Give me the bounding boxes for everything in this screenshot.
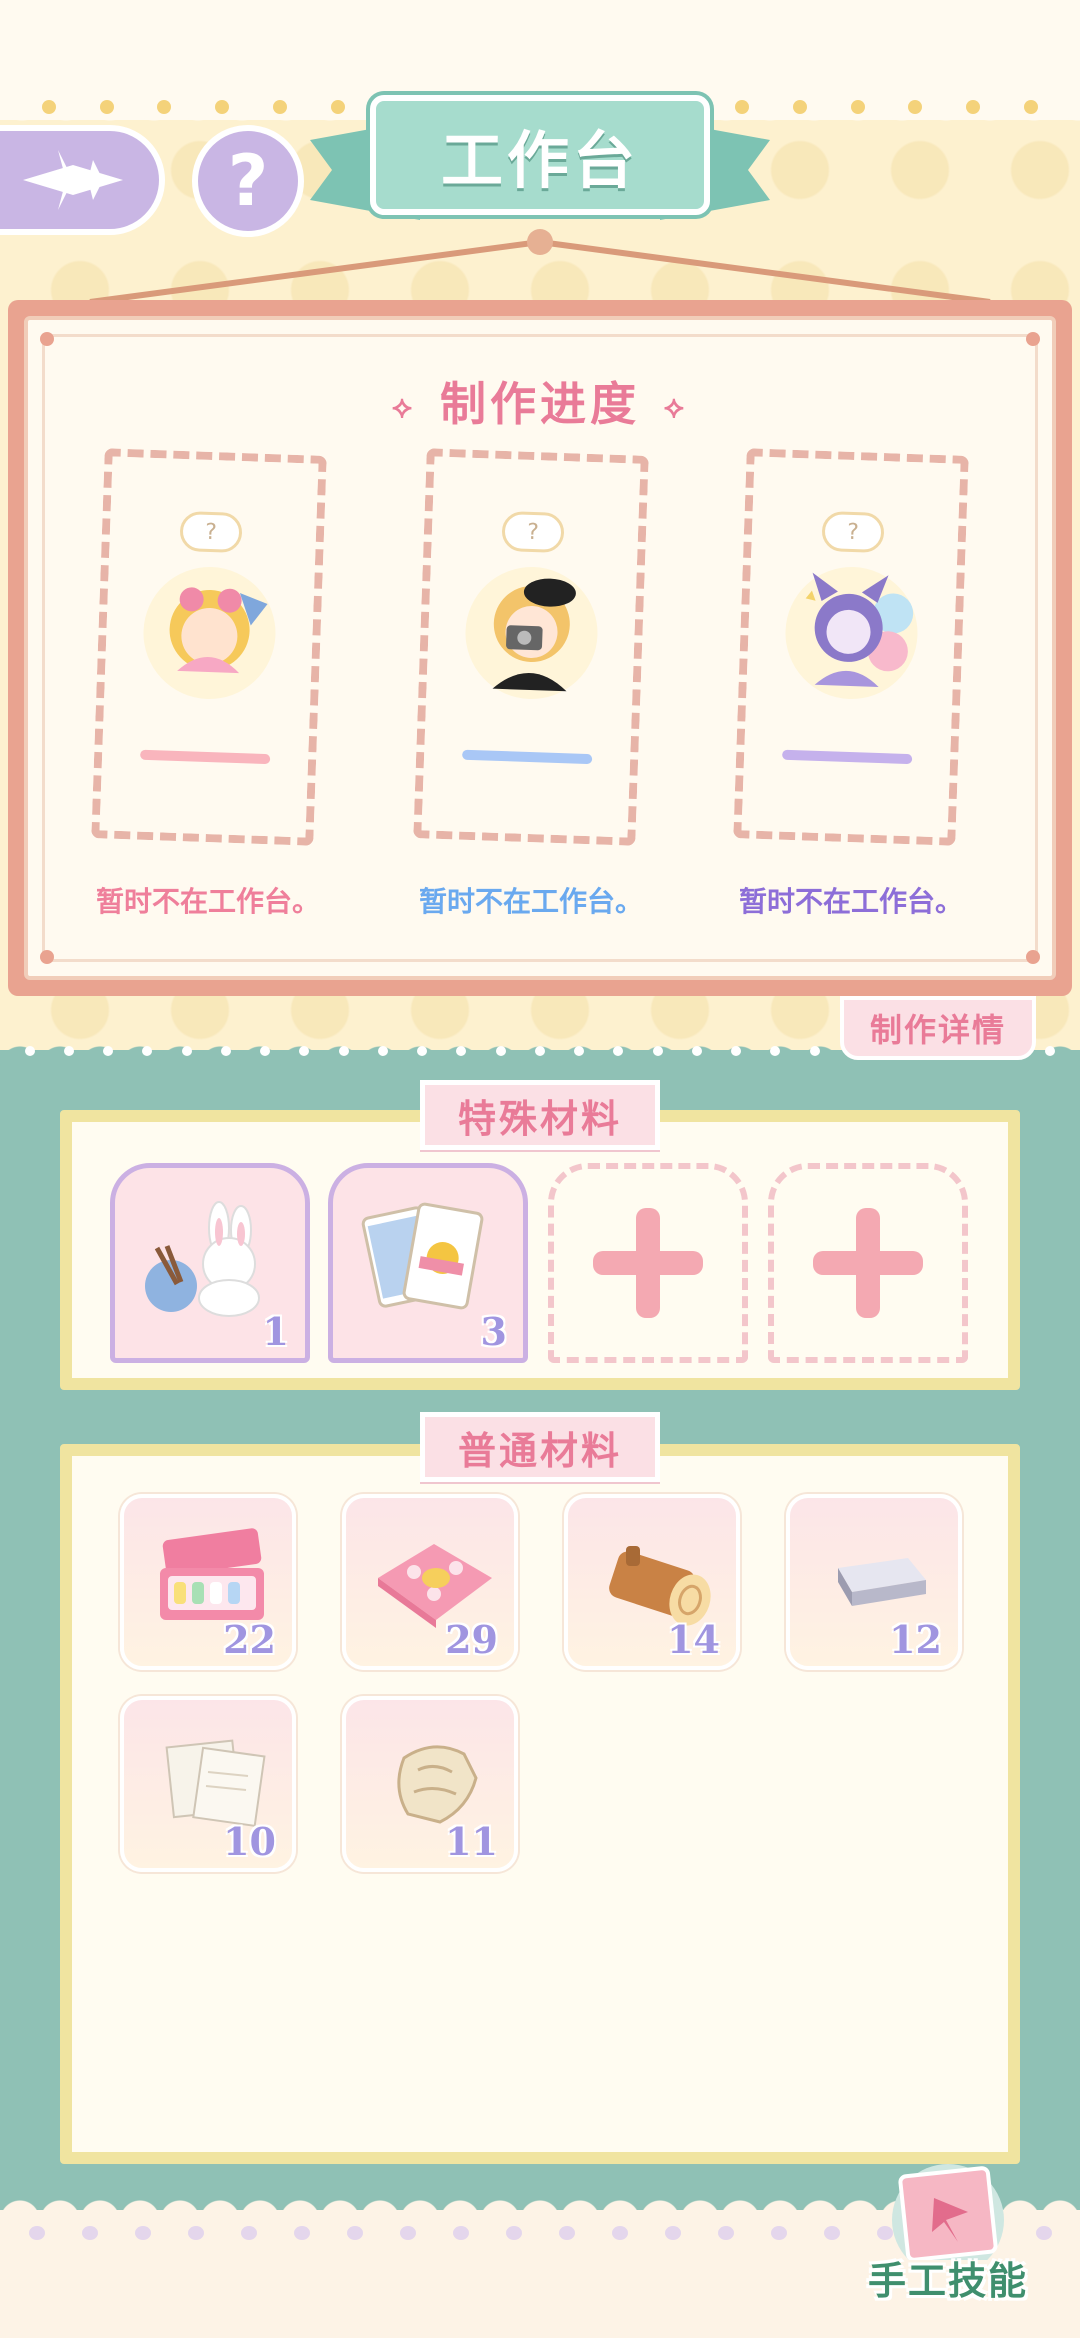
material-paper-sheets[interactable]: 10 bbox=[120, 1696, 296, 1872]
slot-status-2: 暂时不在工作台。 bbox=[418, 885, 643, 918]
item-count: 10 bbox=[223, 1819, 276, 1864]
special-item-playing-cards[interactable]: 3 bbox=[328, 1163, 528, 1363]
item-count: 14 bbox=[667, 1617, 720, 1662]
character-portrait-cat-hood bbox=[778, 560, 925, 707]
help-button[interactable]: ? bbox=[192, 125, 304, 237]
corner-dot bbox=[1026, 332, 1040, 346]
special-item-bunny-plush[interactable]: 1 bbox=[110, 1163, 310, 1363]
corner-dot bbox=[40, 950, 54, 964]
back-button[interactable] bbox=[0, 125, 165, 235]
material-fur-pelt[interactable]: 11 bbox=[342, 1696, 518, 1872]
special-materials-label: 特殊材料 bbox=[420, 1080, 660, 1150]
progress-title: ⟡ 制作进度 ⟡ bbox=[392, 377, 688, 431]
material-pink-fabric[interactable]: 29 bbox=[342, 1494, 518, 1670]
item-count: 22 bbox=[223, 1617, 276, 1662]
sparkle-icon: ⟡ bbox=[664, 390, 688, 425]
progress-board: ⟡ 制作进度 ⟡ ? 暂时不在工作台。 ? 暂时不在工作台。 ? 暂时不在工作台… bbox=[8, 300, 1072, 996]
item-count: 3 bbox=[480, 1309, 507, 1354]
item-count: 11 bbox=[445, 1819, 498, 1864]
craft-slot-1[interactable]: ? bbox=[91, 448, 327, 846]
craft-slot-3[interactable]: ? bbox=[733, 448, 969, 846]
bunny-plush-icon bbox=[145, 1201, 260, 1317]
hanging-strings bbox=[89, 229, 991, 305]
craft-details-tab[interactable]: 制作详情 bbox=[840, 996, 1036, 1060]
character-portrait-camera-boy bbox=[458, 560, 605, 707]
thought-bubble-icon: ? bbox=[501, 510, 565, 554]
craft-skill-button[interactable]: 手工技能 bbox=[848, 2150, 1048, 2303]
character-portrait-blonde-girl bbox=[136, 560, 283, 707]
page-title: 工作台 bbox=[370, 95, 710, 215]
corner-dot bbox=[1026, 950, 1040, 964]
special-empty-slot-1[interactable] bbox=[548, 1163, 748, 1363]
material-wood-log[interactable]: 14 bbox=[564, 1494, 740, 1670]
item-count: 29 bbox=[445, 1617, 498, 1662]
help-question-icon: ? bbox=[227, 140, 269, 222]
corner-dot bbox=[40, 332, 54, 346]
thought-bubble-icon: ? bbox=[821, 510, 885, 554]
special-empty-slot-2[interactable] bbox=[768, 1163, 968, 1363]
progress-board-inner: ⟡ 制作进度 ⟡ ? 暂时不在工作台。 ? 暂时不在工作台。 ? 暂时不在工作台… bbox=[24, 316, 1056, 980]
common-materials-label: 普通材料 bbox=[420, 1412, 660, 1482]
item-count: 1 bbox=[262, 1309, 289, 1354]
craft-skill-label: 手工技能 bbox=[867, 2259, 1028, 2303]
thought-bubble-icon: ? bbox=[179, 510, 243, 554]
slot-status-3: 暂时不在工作台。 bbox=[738, 885, 963, 918]
back-arrow-icon bbox=[22, 150, 123, 210]
item-count: 12 bbox=[889, 1617, 942, 1662]
skill-book-icon bbox=[892, 2164, 1004, 2260]
material-silver-ingot[interactable]: 12 bbox=[786, 1494, 962, 1670]
slot-status-1: 暂时不在工作台。 bbox=[95, 885, 320, 918]
add-plus-icon bbox=[593, 1208, 703, 1318]
material-paint-box[interactable]: 22 bbox=[120, 1494, 296, 1670]
craft-slot-2[interactable]: ? bbox=[413, 448, 649, 846]
add-plus-icon bbox=[813, 1208, 923, 1318]
sparkle-icon: ⟡ bbox=[392, 390, 416, 425]
playing-cards-icon bbox=[361, 1202, 484, 1310]
